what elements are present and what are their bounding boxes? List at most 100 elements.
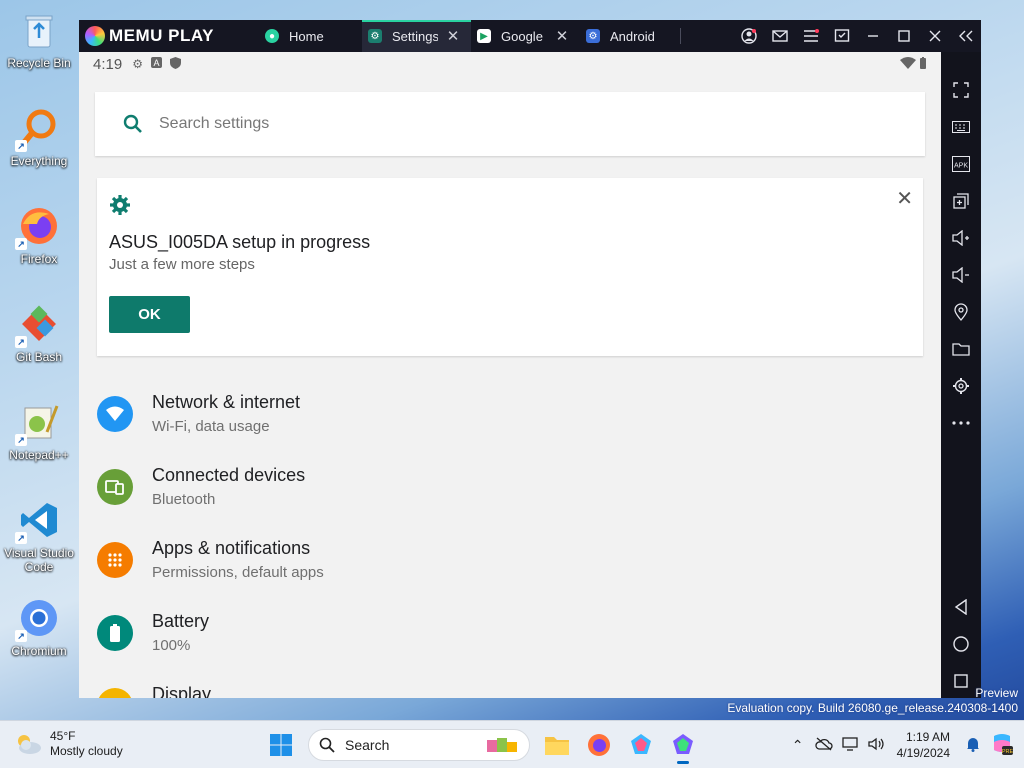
notepad-icon: ↗ [15,400,61,446]
dismiss-suggestion-icon[interactable]: ✕ [896,186,913,211]
desktop-recycle-bin[interactable]: Recycle Bin [4,8,74,70]
taskbar-search[interactable]: Search [308,729,530,761]
recycle-bin-icon [17,8,61,52]
desktop-icon-label: Visual Studio Code [4,546,74,574]
battery-status-icon [920,56,926,69]
desktop-chromium[interactable]: ↗ Chromium [4,596,74,658]
suggestion-subtitle: Just a few more steps [109,256,255,273]
setting-network-internet[interactable]: Network & internet Wi-Fi, data usage [79,382,941,455]
tab-android[interactable]: ⚙ Android [580,20,680,52]
desktop-icon-label: Chromium [11,644,67,658]
android-screen: 4:19 ⚙ A Search settings ✕ ASUS_I005DA s… [79,52,941,698]
speaker-icon[interactable] [863,737,889,754]
start-button[interactable] [262,726,300,764]
collapse-sidebar-icon[interactable] [950,20,981,52]
location-icon[interactable] [949,300,973,324]
search-highlight-icon [485,734,519,757]
search-settings-bar[interactable]: Search settings [95,92,925,156]
display-monitor-icon[interactable] [837,736,863,754]
firefox-icon: ↗ [15,204,61,250]
account-icon[interactable] [733,20,764,52]
close-window-icon[interactable] [919,20,950,52]
setting-apps-notifications[interactable]: Apps & notifications Permissions, defaul… [79,528,941,601]
volume-down-icon[interactable] [949,263,973,287]
minimize-icon[interactable] [857,20,888,52]
multi-window-icon[interactable] [826,20,857,52]
taskbar-apps: Search [260,726,704,764]
desktop-icon-label: Git Bash [15,350,63,364]
tab-home[interactable]: ● Home [259,20,362,52]
setting-connected-devices[interactable]: Connected devices Bluetooth [79,455,941,528]
magnifier-icon: ↗ [15,106,61,152]
ok-button[interactable]: OK [109,296,190,333]
memu-taskbar-icon[interactable] [664,726,702,764]
evaluation-watermark: Preview Evaluation copy. Build 26080.ge_… [727,686,1018,715]
gear-icon [109,194,131,222]
back-icon[interactable] [949,595,973,619]
settings-notification-icon: ⚙ [132,57,143,71]
emulator-side-toolbar: APK [941,52,981,698]
settings-gear-icon[interactable] [949,374,973,398]
tab-separator [680,28,681,44]
setting-subtitle: Bluetooth [152,491,216,508]
vscode-icon: ↗ [15,498,61,544]
battery-icon [97,615,133,651]
status-right [899,56,927,72]
setting-subtitle: Permissions, default apps [152,564,324,581]
memu-logo-icon [85,26,105,46]
git-icon: ↗ [15,302,61,348]
svg-text:A: A [153,58,159,68]
fullscreen-icon[interactable] [949,78,973,102]
folder-icon[interactable] [949,337,973,361]
tab-google-play[interactable]: ▶ Google I ✕ [471,20,580,52]
windows-taskbar: 45°F Mostly cloudy Search ⌃ 1:19 AM 4/19… [0,720,1024,768]
weather-temperature: 45°F [50,729,76,743]
search-icon [121,112,145,136]
shield-notification-icon [169,56,181,72]
volume-up-icon[interactable] [949,226,973,250]
svg-text:PRE: PRE [1002,749,1014,755]
settings-app-icon: ⚙ [368,29,382,43]
display-icon: ☀ [97,688,133,698]
maximize-icon[interactable] [888,20,919,52]
search-icon [319,737,335,753]
desktop-firefox[interactable]: ↗ Firefox [4,204,74,266]
file-explorer-icon[interactable] [538,726,576,764]
wifi-icon [97,396,133,432]
copilot-icon[interactable]: PRE [986,732,1018,759]
setting-battery[interactable]: Battery 100% [79,601,941,674]
apk-install-icon[interactable]: APK [949,152,973,176]
weather-description: Mostly cloudy [50,744,123,758]
chevron-up-icon[interactable]: ⌃ [785,737,811,754]
desktop-everything[interactable]: ↗ Everything [4,106,74,168]
home-icon[interactable] [949,632,973,656]
desktop-notepadpp[interactable]: ↗ Notepad++ [4,400,74,462]
android-status-bar: 4:19 ⚙ A [79,52,941,76]
menu-icon[interactable] [795,20,826,52]
desktop-vscode[interactable]: ↗ Visual Studio Code [4,498,74,574]
add-window-icon[interactable] [949,189,973,213]
tab-settings[interactable]: ⚙ Settings ✕ [362,20,471,52]
desktop-icon-label: Firefox [20,252,58,266]
google-play-icon: ▶ [477,29,491,43]
notification-bell-icon[interactable] [960,736,986,755]
taskbar-clock[interactable]: 1:19 AM 4/19/2024 [897,729,950,761]
desktop-git-bash[interactable]: ↗ Git Bash [4,302,74,364]
svg-text:APK: APK [954,163,968,170]
setting-title: Apps & notifications [152,538,311,558]
photos-app-icon[interactable] [622,726,660,764]
network-offline-icon[interactable] [811,737,837,754]
settings-list: Network & internet Wi-Fi, data usage Con… [79,382,941,698]
setting-title: Network & internet [152,392,301,412]
close-tab-icon[interactable]: ✕ [555,27,569,45]
apps-icon [97,542,133,578]
close-tab-icon[interactable]: ✕ [446,27,460,45]
weather-widget[interactable]: 45°F Mostly cloudy [14,729,123,759]
more-options-icon[interactable] [949,411,973,435]
system-tray: ⌃ 1:19 AM 4/19/2024 PRE [785,721,1024,768]
desktop-icon-label: Notepad++ [9,448,69,462]
desktop-icon-label: Recycle Bin [7,56,71,70]
firefox-taskbar-icon[interactable] [580,726,618,764]
keyboard-icon[interactable] [949,115,973,139]
mail-icon[interactable] [764,20,795,52]
